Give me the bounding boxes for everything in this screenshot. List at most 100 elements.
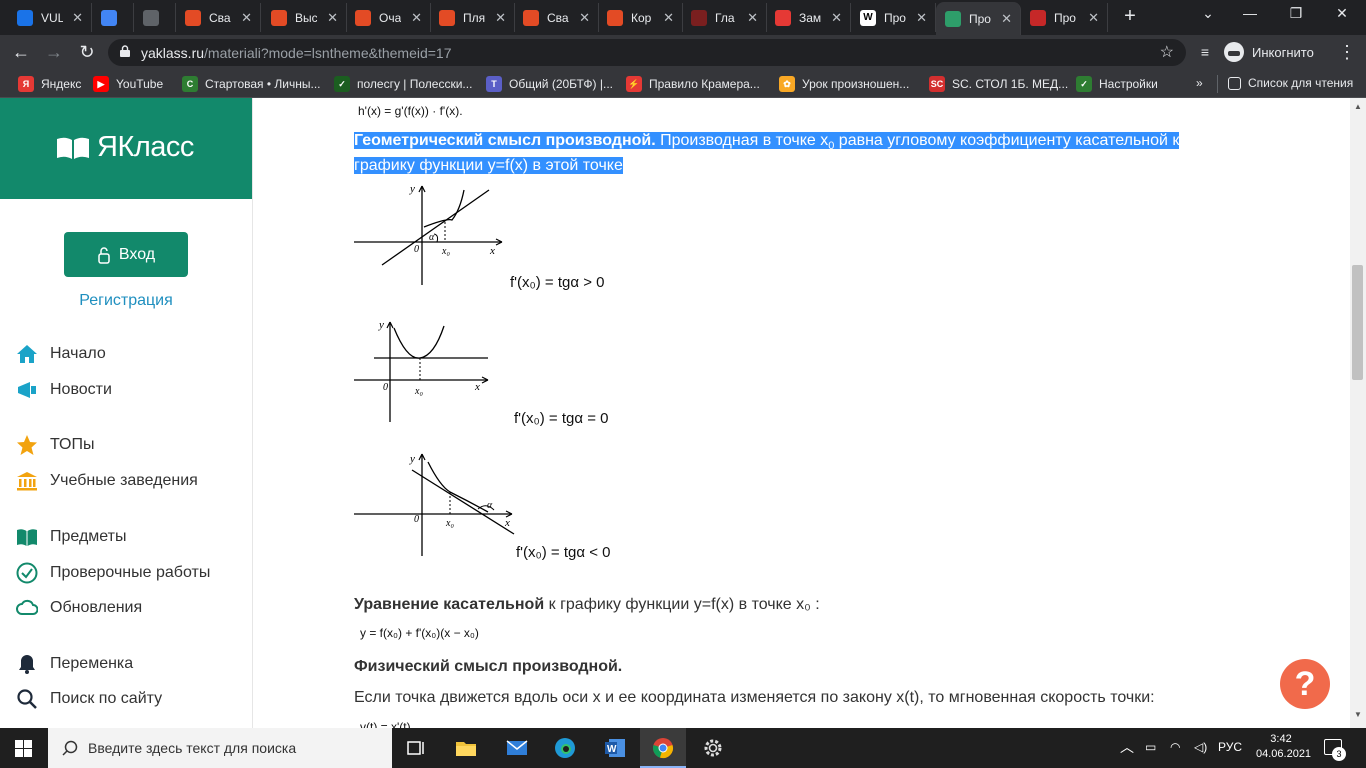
- address-bar[interactable]: yaklass.ru/materiali?mode=lsntheme&theme…: [108, 39, 1186, 66]
- tab-close-icon[interactable]: ✕: [327, 10, 338, 26]
- tab-close-icon[interactable]: ✕: [241, 10, 252, 26]
- sidebar-item[interactable]: Новости: [16, 379, 112, 401]
- origin-label: 0: [383, 382, 388, 393]
- bookmark-item[interactable]: T Общий (20БТФ) |...: [486, 76, 613, 92]
- taskbar-search-box[interactable]: Введите здесь текст для поиска: [48, 728, 392, 768]
- task-view-icon[interactable]: [405, 736, 429, 760]
- back-arrow-icon[interactable]: ←: [10, 41, 32, 63]
- bookmark-label: Урок произношен...: [802, 77, 910, 91]
- sidebar-item[interactable]: Начало: [16, 343, 106, 365]
- function-curve: [393, 325, 445, 359]
- bookmarks-overflow-button[interactable]: »: [1196, 76, 1203, 90]
- sidebar-item[interactable]: Предметы: [16, 526, 126, 548]
- tab-title: Про: [884, 10, 906, 25]
- browser-tab[interactable]: Про ✕: [936, 2, 1021, 35]
- edge-browser-icon[interactable]: [553, 736, 577, 760]
- book-logo-icon: [57, 137, 89, 159]
- tab-close-icon[interactable]: ✕: [411, 10, 422, 26]
- tab-title: Про: [969, 11, 991, 26]
- reading-list-icon: [1228, 76, 1241, 90]
- geometric-meaning-title: Геометрический смысл производной.: [354, 132, 656, 149]
- close-window-button[interactable]: ✕: [1330, 5, 1354, 25]
- sidebar-item[interactable]: Поиск по сайту: [16, 688, 162, 710]
- reload-icon[interactable]: ↻: [76, 41, 98, 63]
- bookmark-icon: Я: [18, 76, 34, 92]
- browser-tab[interactable]: Про ✕: [1021, 3, 1108, 32]
- search-icon: [16, 688, 38, 710]
- chrome-icon[interactable]: [651, 736, 675, 760]
- sidebar-item[interactable]: Учебные заведения: [16, 470, 198, 492]
- browser-tab[interactable]: Пля ✕: [430, 3, 515, 32]
- minimize-button[interactable]: —: [1238, 5, 1262, 25]
- bookmark-item[interactable]: C Стартовая • Личны...: [182, 76, 321, 92]
- x0-label: x₀: [441, 246, 450, 257]
- tab-close-icon[interactable]: ✕: [831, 10, 842, 26]
- browser-tab[interactable]: Сва ✕: [176, 3, 261, 32]
- page-scrollbar[interactable]: ▲ ▼: [1350, 98, 1366, 728]
- browser-tab[interactable]: Кор ✕: [598, 3, 683, 32]
- browser-tab[interactable]: Сва ✕: [514, 3, 599, 32]
- settings-gear-icon[interactable]: [701, 736, 725, 760]
- register-link[interactable]: Регистрация: [0, 292, 252, 310]
- browser-tab[interactable]: Оча ✕: [346, 3, 431, 32]
- media-control-icon[interactable]: ≡: [1194, 41, 1216, 63]
- tab-close-icon[interactable]: ✕: [72, 10, 83, 26]
- language-indicator[interactable]: РУС: [1218, 740, 1242, 754]
- battery-icon[interactable]: ▭: [1145, 740, 1156, 754]
- search-icon: [62, 740, 78, 756]
- browser-tab[interactable]: W Про ✕: [851, 3, 936, 32]
- tab-search-icon[interactable]: ⌄: [1196, 5, 1220, 25]
- bookmark-item[interactable]: ✓ Настройки: [1076, 76, 1158, 92]
- tab-close-icon[interactable]: ✕: [1001, 11, 1012, 27]
- sidebar-item[interactable]: Обновления: [16, 597, 142, 619]
- tab-close-icon[interactable]: ✕: [579, 10, 590, 26]
- tab-close-icon[interactable]: ✕: [747, 10, 758, 26]
- x0-label: x₀: [445, 518, 454, 529]
- browser-tab[interactable]: Гла ✕: [682, 3, 767, 32]
- tab-close-icon[interactable]: ✕: [1088, 10, 1099, 26]
- chevron-up-icon[interactable]: ︿: [1120, 737, 1134, 757]
- bookmark-label: YouTube: [116, 77, 164, 91]
- new-tab-button[interactable]: +: [1120, 6, 1140, 26]
- bookmark-item[interactable]: Я Яндекс: [18, 76, 81, 92]
- bookmark-item[interactable]: ✿ Урок произношен...: [779, 76, 909, 92]
- reading-list-button[interactable]: Список для чтения: [1228, 76, 1353, 90]
- bookmark-label: Настройки: [1099, 77, 1158, 91]
- tab-favicon-icon: [355, 9, 371, 26]
- browser-tab[interactable]: Выс ✕: [262, 3, 347, 32]
- menu-dots-icon[interactable]: ⋮: [1336, 41, 1358, 63]
- word-icon[interactable]: W: [603, 736, 627, 760]
- restore-button[interactable]: ❐: [1284, 5, 1308, 25]
- help-button[interactable]: ?: [1280, 659, 1330, 709]
- bookmark-item[interactable]: SC SC. СТОЛ 1Б. МЕД...: [929, 76, 1068, 92]
- bookmark-item[interactable]: ▶ YouTube: [93, 76, 163, 92]
- bookmark-item[interactable]: ✓ полесгу | Полесски...: [334, 76, 472, 92]
- windows-start-icon[interactable]: [15, 740, 32, 757]
- browser-tab[interactable]: VUL ✕: [8, 3, 92, 32]
- sidebar-item[interactable]: Переменка: [16, 653, 133, 675]
- tab-close-icon[interactable]: ✕: [916, 10, 927, 26]
- browser-tab[interactable]: [134, 3, 176, 32]
- login-button[interactable]: Вход: [64, 232, 188, 277]
- bell-icon: [16, 653, 38, 675]
- scroll-up-arrow-icon[interactable]: ▲: [1354, 102, 1362, 111]
- sidebar-item[interactable]: Проверочные работы: [16, 562, 210, 584]
- scrollbar-thumb[interactable]: [1352, 265, 1363, 380]
- bookmark-star-icon[interactable]: ☆: [1160, 42, 1174, 62]
- tab-favicon-icon: [17, 9, 33, 26]
- wifi-icon[interactable]: ◠: [1170, 740, 1180, 754]
- clock[interactable]: 3:42 04.06.2021: [1256, 732, 1311, 762]
- forward-arrow-icon[interactable]: →: [43, 41, 65, 63]
- incognito-indicator[interactable]: Инкогнито: [1224, 40, 1314, 64]
- mail-icon[interactable]: [505, 736, 529, 760]
- browser-tab[interactable]: [92, 3, 134, 32]
- file-explorer-icon[interactable]: [454, 736, 478, 760]
- bookmark-item[interactable]: ⚡ Правило Крамера...: [626, 76, 760, 92]
- tab-close-icon[interactable]: ✕: [663, 10, 674, 26]
- sidebar-item[interactable]: ТОПы: [16, 434, 95, 456]
- tab-close-icon[interactable]: ✕: [495, 10, 506, 26]
- browser-tab[interactable]: Зам ✕: [766, 3, 851, 32]
- volume-icon[interactable]: ◁): [1194, 740, 1207, 754]
- scroll-down-arrow-icon[interactable]: ▼: [1354, 710, 1362, 719]
- logo[interactable]: ЯКласс: [0, 98, 252, 199]
